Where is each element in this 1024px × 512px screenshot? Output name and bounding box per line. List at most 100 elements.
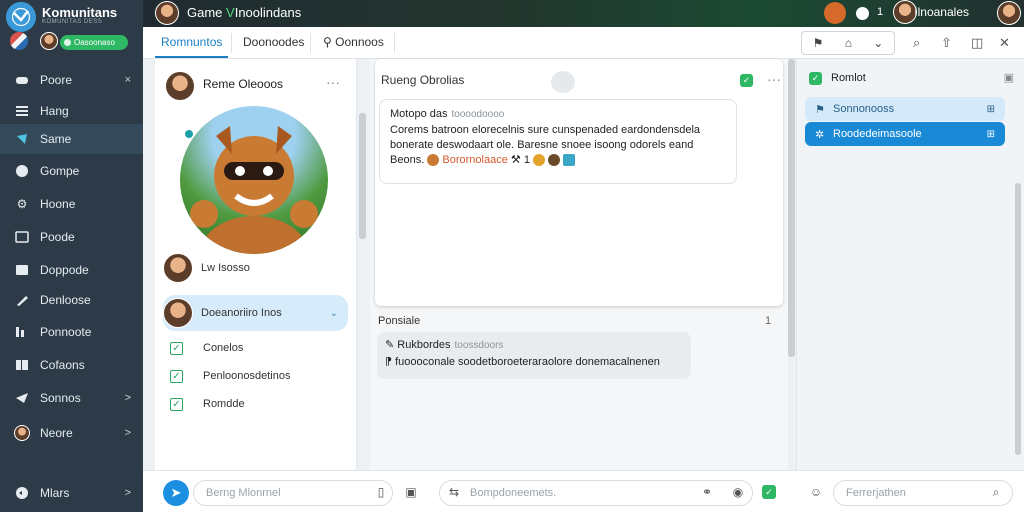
right-panel-item-label: Roodedeimasoole [833,128,922,140]
sidebar-footer[interactable]: Mlars > [0,478,143,508]
checkbox-row[interactable]: ✓ Penloonosdetinos [170,367,290,385]
scrollbar[interactable] [788,59,795,357]
chevron-right-icon[interactable]: > [125,487,131,499]
checkbox-row[interactable]: ✓ Romdde [170,395,245,413]
chevron-down-icon[interactable]: ⌄ [873,36,883,50]
right-panel-item[interactable]: ⚑ Sonnonooss ⊞ [805,97,1005,121]
scrollbar[interactable] [359,113,366,239]
profile-avatar[interactable] [997,1,1021,25]
settings-circle-icon [14,485,30,501]
sidebar-item-neore[interactable]: Neore > [0,418,143,448]
chevron-down-icon[interactable]: ⌄ [330,308,338,319]
verified-icon: ✓ [740,74,753,87]
reply-bubble[interactable]: ✎ Rukbordes toossdoors ⁋ fuoooconale sood… [377,332,691,379]
image-icon[interactable]: ▣ [1004,71,1014,84]
image-icon[interactable]: ▣ [404,485,418,499]
emoji-icon [533,154,545,167]
list-item-label: Lw Isosso [201,262,250,274]
link-icon[interactable]: ⚭ [700,485,714,499]
right-panel-title: Romlot [831,72,866,84]
sidebar-item-label: Sonnos [40,391,81,405]
right-panel-header: ✓ Romlot ▣ [809,71,1014,87]
scrollbar[interactable] [1015,183,1021,455]
message-sender: Motopo das toooodoooo [390,108,505,120]
search-icon[interactable]: ⌕ [989,485,1003,499]
quote-icon: ⁋ [385,356,392,368]
attach-icon[interactable]: ▯ [374,485,388,499]
section-icon[interactable]: 1 [765,315,771,327]
message-body: Corems batroon elorecelnis sure cunspena… [390,124,701,167]
compose-button[interactable]: ➤ [163,480,189,506]
grid-icon[interactable]: ⊞ [987,129,995,140]
highlight-text[interactable]: Borornolaace [442,154,507,166]
logo-icon [6,2,36,32]
sidebar-item-sonnos[interactable]: Sonnos > [0,383,143,413]
brand[interactable]: Komunitans KOMUNITAS DESS [6,2,141,32]
reply-sender: ✎ Rukbordes toossdoors [385,339,504,351]
send-button[interactable]: ✓ [762,485,776,499]
sidebar-item-label: Neore [40,426,73,440]
checkbox[interactable]: ✓ [170,369,183,383]
status-badge[interactable]: Oasoonaso [60,35,128,50]
more-icon[interactable]: ··· [767,71,781,87]
search-input[interactable] [193,480,393,506]
user-name[interactable]: Ilnoanales [914,5,969,19]
inbox-icon [14,229,30,245]
sidebar-item-gompe[interactable]: Gompe [0,156,143,186]
avatar [163,298,193,328]
sidebar-item-same[interactable]: Same [0,124,143,154]
tab-romnuntos[interactable]: Romnuntos [155,27,229,58]
sidebar-item-doppode[interactable]: Doppode [0,255,143,285]
camera-icon[interactable]: ◉ [731,485,745,499]
checkbox-row[interactable]: ✓ Conelos [170,339,243,357]
share-icon[interactable]: ⇧ [941,35,952,51]
filter-input[interactable] [833,480,1013,506]
checkbox[interactable]: ✓ [170,341,183,355]
contact-header[interactable]: Reme Oleooos ··· [165,71,350,101]
tab-doonoodes[interactable]: Doonoodes [237,27,310,58]
checkbox[interactable]: ✓ [170,397,183,411]
sidebar-item-hoone[interactable]: ⚙ Hoone [0,189,143,219]
close-icon[interactable]: × [125,74,131,86]
tab-oonnoos[interactable]: ⚲ Oonnoos [317,27,390,58]
sidebar-item-label: Poode [40,230,75,244]
sidebar-item-label: Same [40,132,72,146]
chat-title: Rueng Obrolias [381,73,465,87]
contact-name: Reme Oleooos [203,77,284,91]
emoji-icon[interactable]: ☺ [809,485,823,499]
notification-count: 1 [877,6,884,18]
grid-icon[interactable]: ⊞ [987,104,995,115]
mascot-icon[interactable] [824,2,846,24]
sidebar-item-hang[interactable]: Hang [0,96,143,126]
chevron-right-icon[interactable]: > [125,427,131,439]
list-item[interactable]: Lw Isosso [163,252,348,284]
game-avatar[interactable] [155,1,179,25]
right-panel-item-label: Sonnonooss [833,103,895,115]
sidebar-item-denloose[interactable]: Denloose [0,285,143,315]
chevron-right-icon[interactable]: > [125,392,131,404]
tab-label: Oonnoos [335,35,384,49]
sidebar-item-poode[interactable]: Poode [0,222,143,252]
globe-icon [14,163,30,179]
book-icon [14,357,30,373]
right-panel-item-active[interactable]: ✲ Roodedeimasoole ⊞ [805,122,1005,146]
avatar[interactable] [40,32,58,50]
account-row: Oasoonaso [10,32,135,52]
close-icon[interactable]: ✕ [999,35,1010,51]
compass-icon[interactable] [856,7,869,20]
bell-icon[interactable]: ⌂ [845,36,852,50]
sidebar-item-ponnoote[interactable]: Ponnoote [0,317,143,347]
search-icon[interactable]: ⌕ [913,35,920,51]
list-item-label: Doeanoriiro Inos [201,307,282,319]
character-portrait [180,106,328,254]
message-bubble[interactable]: Motopo das toooodoooo Corems batroon elor… [379,99,737,184]
pin-icon[interactable]: ⚑ [813,36,824,50]
sidebar-item-poore[interactable]: Poore × [0,65,143,95]
window-icon[interactable]: ◫ [971,35,983,51]
more-icon[interactable]: ··· [326,74,340,90]
shield-icon[interactable] [10,32,28,50]
list-item-selected[interactable]: Doeanoriiro Inos ⌄ [163,295,348,331]
menu-icon [14,103,30,119]
sidebar: Komunitans KOMUNITAS DESS Oasoonaso Poor… [0,0,143,512]
sidebar-item-cofaons[interactable]: Cofaons [0,350,143,380]
